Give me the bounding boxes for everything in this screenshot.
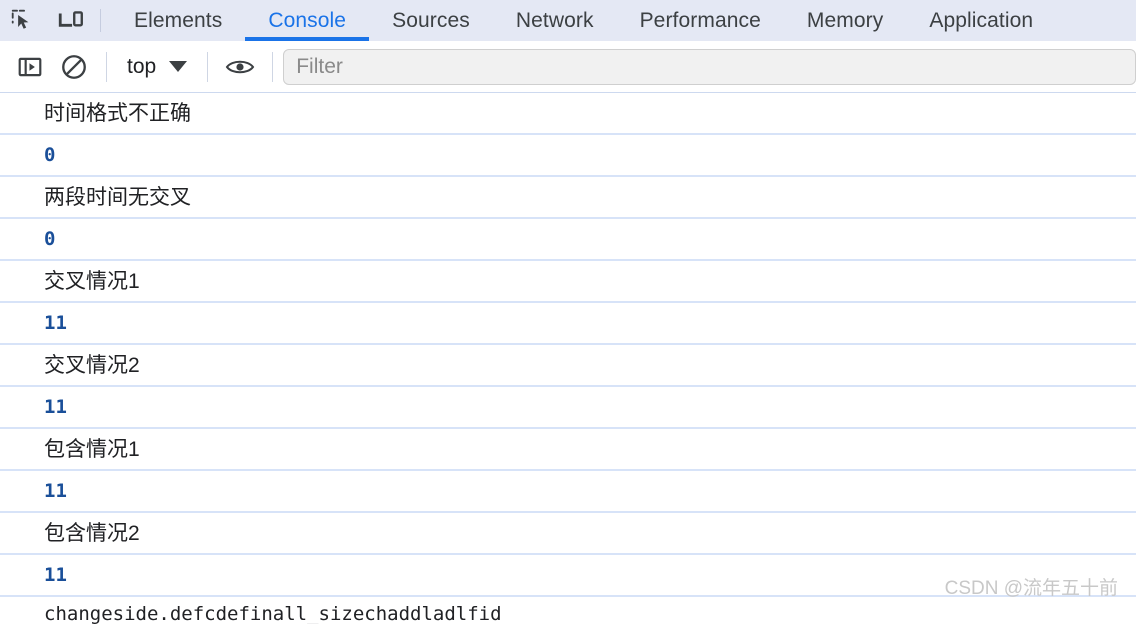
tab-sources-label: Sources (392, 8, 470, 32)
tab-application-label: Application (929, 8, 1034, 32)
toolbar-divider-3 (272, 51, 274, 82)
console-message[interactable]: 包含情况1 (0, 429, 1136, 471)
console-message-text: 11 (44, 311, 67, 334)
console-message-text: 包含情况2 (44, 521, 140, 545)
tab-performance[interactable]: Performance (617, 0, 784, 41)
console-toolbar: top (0, 41, 1136, 93)
console-message[interactable]: 11 (0, 387, 1136, 429)
console-message[interactable]: 交叉情况2 (0, 345, 1136, 387)
console-sidebar-icon[interactable] (8, 45, 52, 89)
tab-network[interactable]: Network (493, 0, 617, 41)
console-message[interactable]: 两段时间无交叉 (0, 177, 1136, 219)
console-message-list[interactable]: 时间格式不正确 0 两段时间无交叉 0 交叉情况1 11 交叉情况2 11 包含… (0, 93, 1136, 624)
console-message[interactable]: 时间格式不正确 (0, 93, 1136, 135)
console-message[interactable]: 包含情况2 (0, 513, 1136, 555)
filter-input[interactable] (283, 48, 1136, 85)
console-message[interactable]: 11 (0, 303, 1136, 345)
device-toolbar-icon[interactable] (54, 4, 88, 38)
console-message-text: 0 (44, 143, 56, 166)
context-selector[interactable]: top (117, 49, 197, 85)
console-message[interactable]: 0 (0, 135, 1136, 177)
console-message[interactable]: 0 (0, 219, 1136, 261)
console-message[interactable]: 11 (0, 471, 1136, 513)
console-message-text: 0 (44, 227, 56, 250)
devtools-tabbar: Elements Console Sources Network Perform… (0, 0, 1136, 41)
console-message-text: 11 (44, 479, 67, 502)
tab-performance-label: Performance (639, 8, 761, 32)
devtools-window: Elements Console Sources Network Perform… (0, 0, 1136, 624)
live-expression-eye-icon[interactable] (218, 45, 262, 89)
console-message[interactable]: 交叉情况1 (0, 261, 1136, 303)
tab-elements[interactable]: Elements (111, 0, 245, 41)
tab-application[interactable]: Application (906, 0, 1056, 41)
console-message-text: 两段时间无交叉 (44, 185, 191, 209)
toolbar-divider-2 (207, 51, 209, 82)
tab-memory-label: Memory (806, 8, 884, 32)
context-selector-label: top (127, 54, 157, 78)
tab-memory[interactable]: Memory (784, 0, 906, 41)
console-message[interactable]: 11 (0, 555, 1136, 597)
tab-console[interactable]: Console (245, 0, 369, 41)
console-message-text: changeside.defcdefinall_sizechaddladlfid (44, 603, 502, 624)
devtools-tool-icons (0, 0, 88, 41)
inspect-element-icon[interactable] (6, 4, 40, 38)
devtools-tabs: Elements Console Sources Network Perform… (111, 0, 1136, 41)
console-message-text: 11 (44, 395, 67, 418)
tab-sources[interactable]: Sources (369, 0, 493, 41)
toolbar-divider-1 (106, 51, 107, 82)
tabbar-divider (100, 9, 101, 32)
console-message-text: 包含情况1 (44, 437, 140, 461)
filter-wrapper (283, 48, 1136, 85)
console-message-text: 交叉情况1 (44, 269, 140, 293)
console-message[interactable]: changeside.defcdefinall_sizechaddladlfid (0, 597, 1136, 624)
console-message-text: 时间格式不正确 (44, 101, 191, 125)
tab-network-label: Network (515, 8, 594, 32)
console-message-text: 11 (44, 563, 67, 586)
console-message-text: 交叉情况2 (44, 353, 140, 377)
tab-console-label: Console (268, 8, 347, 32)
tab-elements-label: Elements (134, 8, 223, 32)
chevron-down-icon (169, 61, 188, 72)
clear-console-icon[interactable] (52, 45, 96, 89)
